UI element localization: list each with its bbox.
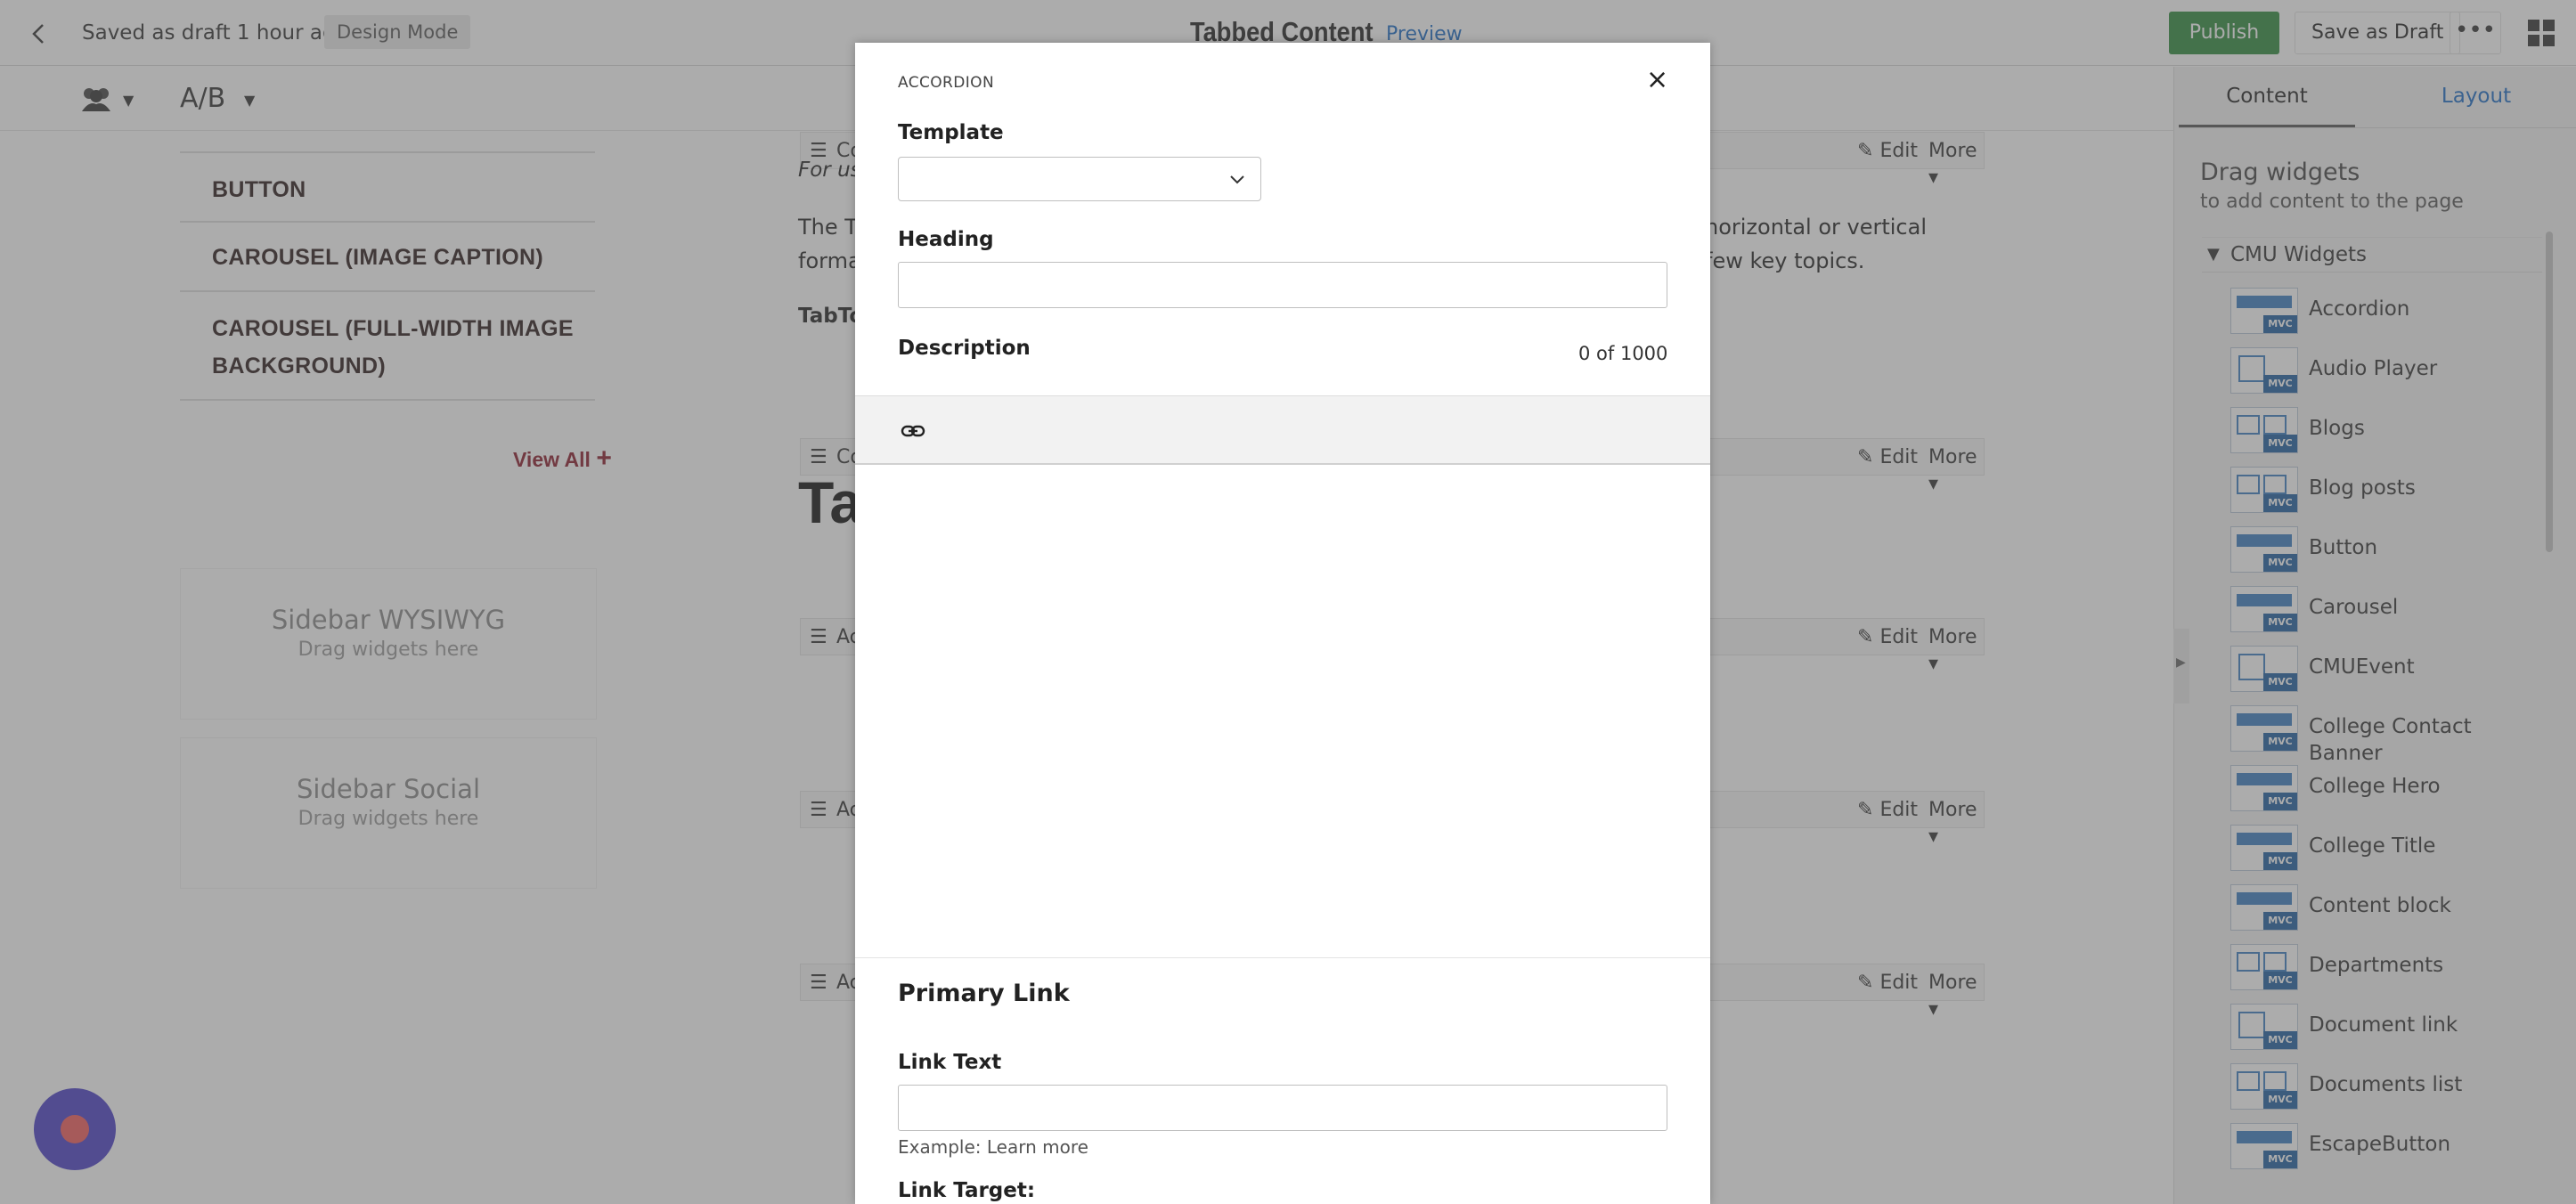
character-count: 0 of 1000 — [1578, 343, 1668, 364]
link-tool-button[interactable] — [900, 418, 926, 444]
description-label: Description — [898, 337, 1031, 360]
link-text-input[interactable] — [898, 1085, 1667, 1131]
editor-toolbar — [855, 395, 1710, 465]
accordion-modal: ACCORDION × Template Heading Description… — [855, 43, 1710, 1204]
primary-link-title: Primary Link — [898, 980, 1070, 1007]
heading-input[interactable] — [898, 262, 1667, 308]
template-select[interactable] — [898, 157, 1261, 201]
heading-label: Heading — [898, 228, 994, 251]
template-label: Template — [898, 121, 1004, 144]
chevron-down-icon — [1230, 175, 1244, 184]
link-text-label: Link Text — [898, 1051, 1002, 1074]
description-editor[interactable] — [855, 467, 1710, 958]
modal-title: ACCORDION — [898, 74, 995, 92]
close-icon[interactable]: × — [1646, 64, 1668, 96]
link-icon — [901, 425, 925, 437]
link-target-label: Link Target: — [898, 1179, 1036, 1202]
link-text-hint: Example: Learn more — [898, 1136, 1088, 1158]
